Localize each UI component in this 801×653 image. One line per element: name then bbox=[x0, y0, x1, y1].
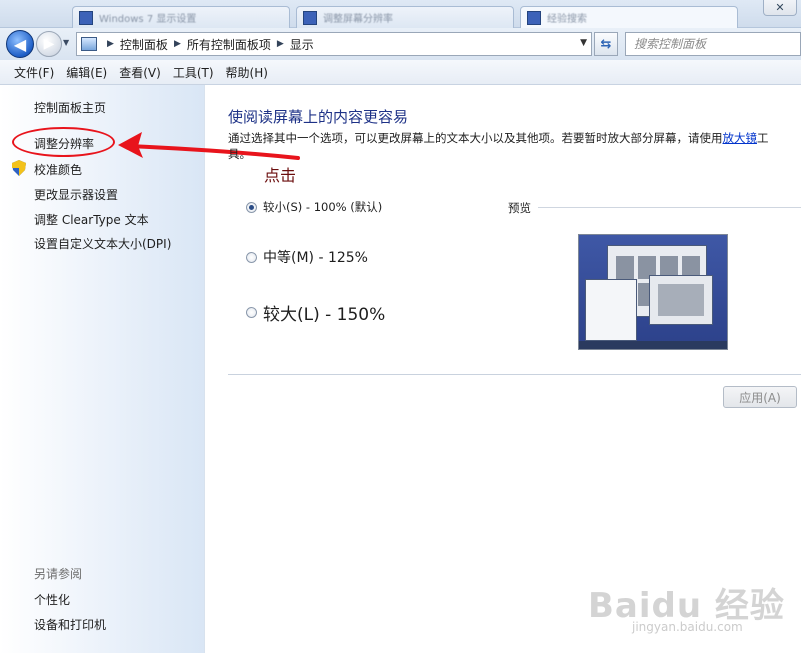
menu-bar: 文件(F) 编辑(E) 查看(V) 工具(T) 帮助(H) bbox=[0, 60, 801, 85]
radio-smaller[interactable] bbox=[246, 201, 257, 213]
option-medium[interactable]: 中等(M) - 125% bbox=[246, 247, 368, 267]
menu-tools[interactable]: 工具(T) bbox=[167, 64, 220, 81]
option-larger-label: 较大(L) - 150% bbox=[263, 305, 386, 325]
preview-menu-window bbox=[585, 279, 637, 341]
chevron-right-icon[interactable]: ▶ bbox=[174, 39, 181, 49]
description-text: 通过选择其中一个选项，可以更改屏幕上的文本大小以及其他项。若要暂时放大部分屏幕，… bbox=[228, 131, 723, 145]
page-icon bbox=[79, 10, 93, 25]
menu-help[interactable]: 帮助(H) bbox=[220, 64, 274, 81]
preview-dialog-window bbox=[649, 275, 713, 325]
option-larger[interactable]: 较大(L) - 150% bbox=[246, 300, 385, 325]
left-task-pane: 控制面板主页 调整分辨率 校准颜色 更改显示器设置 调整 ClearType 文… bbox=[0, 85, 205, 653]
preview-image bbox=[578, 234, 728, 350]
watermark-url: jingyan.baidu.com bbox=[632, 620, 743, 634]
tab-title: Windows 7 显示设置 bbox=[99, 14, 197, 25]
back-button[interactable]: ◀ bbox=[6, 30, 34, 58]
preview-label: 预览 bbox=[508, 201, 531, 215]
menu-edit[interactable]: 编辑(E) bbox=[60, 64, 113, 81]
refresh-button[interactable]: ⇆ bbox=[594, 32, 618, 56]
preview-taskbar bbox=[579, 341, 727, 349]
page-title: 使阅读屏幕上的内容更容易 bbox=[228, 108, 409, 126]
menu-file[interactable]: 文件(F) bbox=[8, 64, 60, 81]
section-divider bbox=[228, 374, 801, 375]
breadcrumb-all-items[interactable]: 所有控制面板项 bbox=[187, 36, 271, 53]
search-input[interactable] bbox=[634, 37, 774, 51]
option-smaller[interactable]: 较小(S) - 100% (默认) bbox=[246, 199, 382, 215]
browser-tab-2[interactable]: 调整屏幕分辨率 bbox=[296, 6, 514, 28]
tab-strip: Windows 7 显示设置 调整屏幕分辨率 经验搜索 ✕ bbox=[0, 0, 801, 28]
tab-title: 经验搜索 bbox=[547, 14, 587, 25]
radio-larger[interactable] bbox=[246, 307, 257, 318]
radio-medium[interactable] bbox=[246, 251, 257, 263]
page-description: 通过选择其中一个选项，可以更改屏幕上的文本大小以及其他项。若要暂时放大部分屏幕，… bbox=[228, 130, 788, 162]
calibrate-color-link[interactable]: 校准颜色 bbox=[34, 161, 82, 178]
shield-icon bbox=[12, 160, 26, 176]
close-window-button[interactable]: ✕ bbox=[763, 0, 797, 16]
apply-button[interactable]: 应用(A) bbox=[723, 386, 797, 408]
devices-printers-link[interactable]: 设备和打印机 bbox=[34, 616, 106, 633]
personalization-link[interactable]: 个性化 bbox=[34, 591, 70, 608]
tab-title: 调整屏幕分辨率 bbox=[323, 14, 393, 25]
preview-divider bbox=[538, 207, 801, 208]
custom-dpi-link[interactable]: 设置自定义文本大小(DPI) bbox=[34, 235, 171, 252]
recent-pages-dropdown[interactable]: ▼ bbox=[63, 38, 73, 48]
option-medium-label: 中等(M) - 125% bbox=[263, 250, 368, 266]
annotation-label: 点击 bbox=[264, 166, 297, 185]
arrow-right-icon: ▶ bbox=[43, 36, 55, 52]
menu-view[interactable]: 查看(V) bbox=[113, 64, 167, 81]
control-panel-home-link[interactable]: 控制面板主页 bbox=[34, 99, 106, 116]
search-box[interactable] bbox=[625, 32, 801, 56]
refresh-icon: ⇆ bbox=[600, 36, 612, 52]
breadcrumb-control-panel[interactable]: 控制面板 bbox=[120, 36, 168, 53]
page-icon bbox=[303, 10, 317, 25]
chevron-right-icon[interactable]: ▶ bbox=[277, 39, 284, 49]
change-display-settings-link[interactable]: 更改显示器设置 bbox=[34, 186, 118, 203]
adjust-cleartype-link[interactable]: 调整 ClearType 文本 bbox=[34, 211, 149, 228]
navigation-bar: ◀ ▶ ▼ ▶ 控制面板 ▶ 所有控制面板项 ▶ 显示 ▼ ⇆ bbox=[0, 28, 801, 60]
option-smaller-label: 较小(S) - 100% (默认) bbox=[263, 200, 383, 214]
chevron-right-icon[interactable]: ▶ bbox=[107, 39, 114, 49]
control-panel-icon bbox=[81, 37, 97, 51]
close-icon: ✕ bbox=[775, 1, 785, 14]
arrow-left-icon: ◀ bbox=[13, 34, 27, 54]
chevron-down-icon[interactable]: ▼ bbox=[580, 38, 587, 48]
forward-button[interactable]: ▶ bbox=[36, 31, 62, 57]
page-icon bbox=[527, 10, 541, 25]
breadcrumb-display[interactable]: 显示 bbox=[290, 36, 314, 53]
browser-tab-1[interactable]: Windows 7 显示设置 bbox=[72, 6, 290, 28]
highlight-ellipse bbox=[12, 127, 115, 157]
magnifier-link[interactable]: 放大镜 bbox=[723, 131, 758, 145]
browser-tab-3[interactable]: 经验搜索 bbox=[520, 6, 738, 28]
address-bar[interactable]: ▶ 控制面板 ▶ 所有控制面板项 ▶ 显示 ▼ bbox=[76, 32, 592, 56]
see-also-heading: 另请参阅 bbox=[34, 567, 83, 581]
